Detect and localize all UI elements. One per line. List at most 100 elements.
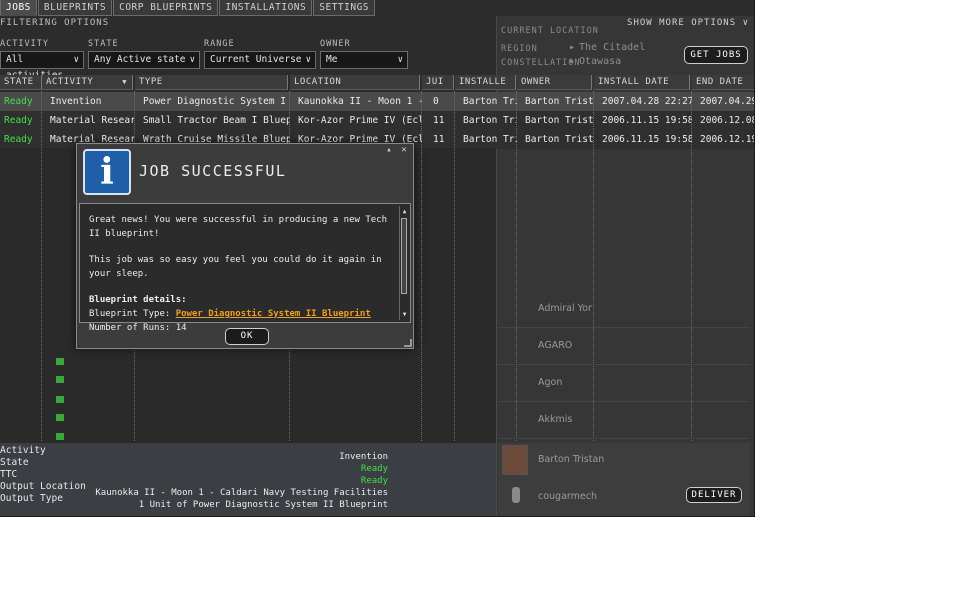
tab-blueprints[interactable]: BLUEPRINTS	[37, 0, 113, 16]
cell-jui: 11	[433, 134, 445, 145]
state-label: STATE	[88, 39, 119, 49]
output-location-label: Output Location	[0, 481, 86, 492]
show-more-label: SHOW MORE OPTIONS	[627, 18, 737, 28]
checkbox-icon[interactable]	[56, 376, 64, 383]
message-text: Great news! You were successful in produ…	[89, 213, 395, 335]
list-item[interactable]: Admiral Yor	[498, 292, 750, 328]
current-location-title: CURRENT LOCATION	[501, 26, 599, 36]
pilot-name[interactable]: Barton Tristan	[538, 454, 604, 465]
cell-install-date: 2006.11.15 19:58	[602, 115, 692, 126]
pilot-name: Admiral Yor	[538, 303, 592, 314]
state-select[interactable]: Any Active state ∨	[88, 51, 200, 69]
cell-installer: Barton Tris	[463, 96, 517, 107]
chevron-down-icon: ∨	[397, 55, 403, 65]
show-more-options-toggle[interactable]: SHOW MORE OPTIONS ∨	[627, 18, 749, 28]
ok-button[interactable]: OK	[225, 328, 269, 345]
chevron-down-icon: ∨	[189, 55, 195, 65]
col-header-location[interactable]: LOCATION	[290, 75, 420, 90]
column-divider	[41, 91, 42, 441]
scroll-up-icon[interactable]: ▲	[400, 207, 409, 216]
col-header-state[interactable]: STATE	[0, 75, 42, 90]
deliver-button[interactable]: DELIVER	[686, 487, 742, 503]
list-item[interactable]: Agon	[498, 366, 750, 402]
region-arrow-icon: ▸	[569, 42, 576, 53]
constellation-arrow-icon: ▸	[569, 56, 576, 67]
range-select-value: Current Universe	[210, 54, 302, 65]
close-icon[interactable]: ✕	[398, 145, 410, 157]
region-value[interactable]: The Citadel	[579, 42, 645, 53]
sort-down-icon: ▼	[122, 78, 127, 86]
cell-installer: Barton Tris	[463, 115, 517, 126]
col-header-jui[interactable]: JUI	[422, 75, 454, 90]
cell-state: Ready	[4, 115, 33, 126]
tab-settings[interactable]: SETTINGS	[313, 0, 376, 16]
blueprint-details-heading: Blueprint details:	[89, 293, 395, 307]
column-divider	[454, 91, 455, 441]
col-header-install-date[interactable]: INSTALL DATE	[594, 75, 690, 90]
dialog-title: JOB SUCCESSFUL	[139, 162, 287, 180]
cell-end-date: 2006.12.19	[700, 134, 755, 145]
col-header-type[interactable]: TYPE	[135, 75, 288, 90]
filtering-options-title: FILTERING OPTIONS	[0, 18, 110, 28]
blueprint-type-link[interactable]: Power Diagnostic System II Blueprint	[176, 309, 371, 319]
constellation-value[interactable]: Otawasa	[579, 56, 621, 67]
col-header-owner[interactable]: OWNER	[517, 75, 592, 90]
range-label: RANGE	[204, 39, 235, 49]
cell-owner: Barton Tristan	[525, 115, 594, 126]
pilot-name[interactable]: cougarmech	[538, 491, 597, 502]
owner-select[interactable]: Me ∨	[320, 51, 408, 69]
chevron-down-icon: ∨	[305, 55, 311, 65]
activity-detail-value: Invention	[339, 452, 388, 462]
checkbox-icon[interactable]	[56, 414, 64, 421]
blueprint-type-line: Blueprint Type: Power Diagnostic System …	[89, 307, 395, 321]
checkbox-icon[interactable]	[56, 358, 64, 365]
state-select-value: Any Active state	[94, 54, 186, 65]
col-header-activity[interactable]: ACTIVITY ▼	[42, 75, 133, 90]
checkbox-icon[interactable]	[56, 433, 64, 440]
list-item[interactable]: Akkmis	[498, 403, 750, 439]
cell-state: Ready	[4, 96, 33, 107]
scroll-thumb[interactable]	[401, 218, 407, 294]
checkbox-icon[interactable]	[56, 396, 64, 403]
col-header-installer[interactable]: INSTALLE	[455, 75, 516, 90]
output-location-value: Kaunokka II - Moon 1 - Caldari Navy Test…	[95, 488, 388, 498]
cell-owner: Barton Tristan	[525, 134, 594, 145]
cell-location: Kaunokka II - Moon 1 - C	[298, 96, 422, 107]
ttc-detail-value: Ready	[360, 476, 388, 486]
resize-handle-icon[interactable]	[404, 339, 412, 347]
scrollbar[interactable]: ▲ ▼	[399, 206, 408, 320]
cell-installer: Barton Tris	[463, 134, 517, 145]
minimize-icon[interactable]: ▴	[383, 145, 395, 157]
col-header-end-date[interactable]: END DATE	[692, 75, 754, 90]
cell-location: Kor-Azor Prime IV (Ecliptic	[298, 115, 422, 126]
range-select[interactable]: Current Universe ∨	[204, 51, 316, 69]
owner-select-value: Me	[326, 54, 338, 65]
pilot-name: Akkmis	[538, 414, 573, 425]
runs-label: Number of Runs:	[89, 323, 176, 333]
runs-value: 14	[175, 323, 187, 333]
tab-bar: JOBS BLUEPRINTS CORP BLUEPRINTS INSTALLA…	[0, 0, 376, 16]
tab-jobs[interactable]: JOBS	[0, 0, 37, 16]
job-details-panel: Activity State TTC Output Location Outpu…	[0, 443, 496, 516]
cell-state: Ready	[4, 134, 33, 145]
tab-corp-blueprints[interactable]: CORP BLUEPRINTS	[113, 0, 219, 16]
table-row[interactable]: Ready Invention Power Diagnostic System …	[0, 92, 754, 111]
cell-jui: 11	[433, 115, 445, 126]
job-details-values: Invention Ready Ready Kaunokka II - Moon…	[95, 451, 388, 511]
cell-end-date: 2006.12.08	[700, 115, 755, 126]
tab-installations[interactable]: INSTALLATIONS	[219, 0, 313, 16]
list-item[interactable]: AGARO	[498, 329, 750, 365]
chevron-down-icon: ∨	[742, 18, 749, 28]
table-row[interactable]: Ready Material Research Small Tractor Be…	[0, 111, 755, 130]
col-header-activity-label: ACTIVITY	[46, 77, 94, 87]
state-detail-label: State	[0, 457, 29, 468]
activity-select[interactable]: All activities ∨	[0, 51, 84, 81]
cell-type: Power Diagnostic System I Blue	[143, 96, 290, 107]
get-jobs-button[interactable]: GET JOBS	[684, 46, 748, 64]
cell-jui: 0	[433, 96, 439, 107]
output-type-value: 1 Unit of Power Diagnostic System II Blu…	[138, 500, 388, 510]
scroll-down-icon[interactable]: ▼	[400, 310, 409, 319]
message-box: Great news! You were successful in produ…	[79, 203, 411, 333]
